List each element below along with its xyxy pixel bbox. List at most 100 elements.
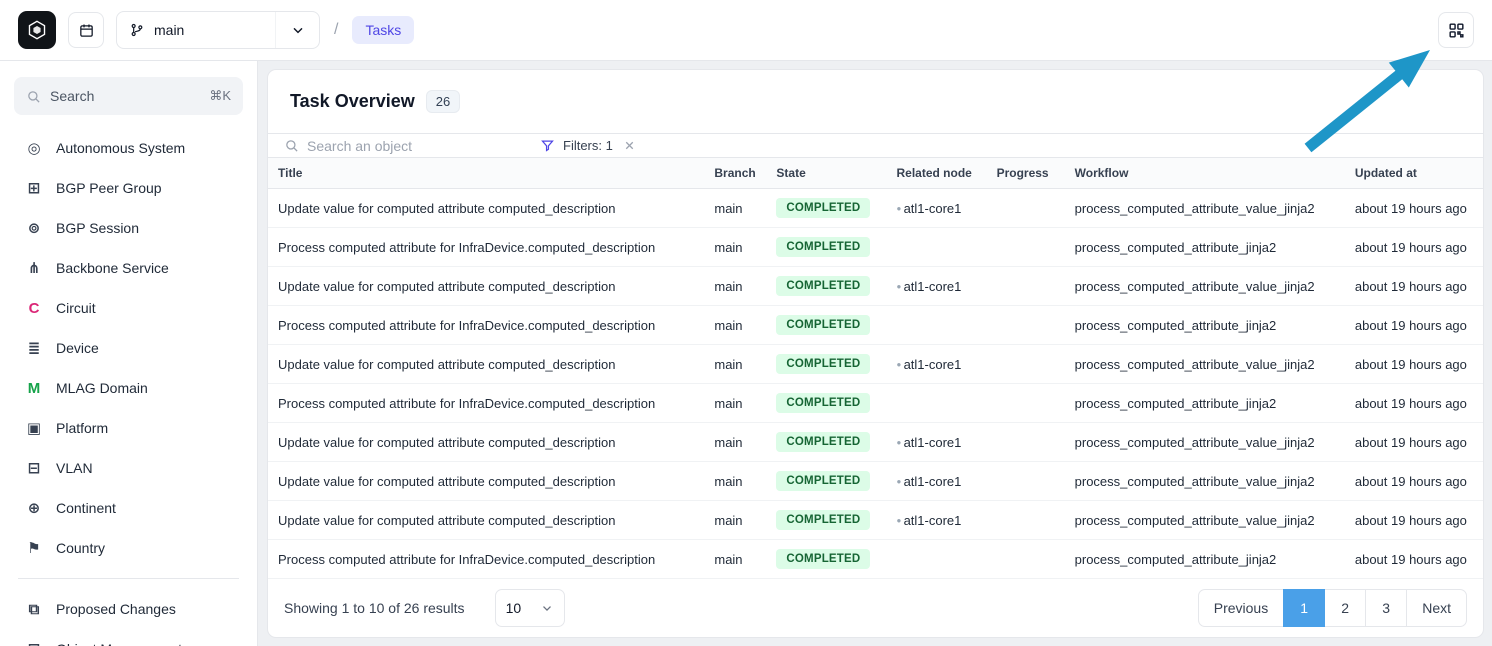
table-row[interactable]: Process computed attribute for InfraDevi…	[268, 306, 1483, 345]
cell-workflow: process_computed_attribute_jinja2	[1067, 228, 1347, 267]
cell-workflow: process_computed_attribute_jinja2	[1067, 540, 1347, 579]
cell-updated-at: about 19 hours ago	[1347, 384, 1483, 423]
page-size-select[interactable]: 10	[495, 589, 565, 627]
cell-title: Update value for computed attribute comp…	[268, 423, 706, 462]
infrahub-logo-icon	[26, 19, 48, 41]
pagination-page-1-button[interactable]: 1	[1283, 589, 1325, 627]
date-picker-button[interactable]	[68, 12, 104, 48]
cell-progress	[989, 345, 1067, 384]
state-badge: COMPLETED	[776, 276, 870, 296]
sidebar-item-circuit[interactable]: C Circuit	[14, 288, 243, 328]
backbone-service-icon: ⋔	[24, 259, 44, 277]
filters-control[interactable]: Filters: 1	[540, 137, 638, 154]
sidebar-item-vlan[interactable]: ⊟ VLAN	[14, 448, 243, 488]
git-branch-icon	[129, 22, 145, 38]
sidebar-item-device[interactable]: ≣ Device	[14, 328, 243, 368]
sidebar-item-label: Country	[56, 540, 105, 556]
state-badge: COMPLETED	[776, 198, 870, 218]
table-row[interactable]: Update value for computed attribute comp…	[268, 189, 1483, 228]
cell-related-node: atl1-core1	[889, 189, 989, 228]
cell-related-node: atl1-core1	[889, 462, 989, 501]
country-icon: ⚑	[24, 539, 44, 557]
table-row[interactable]: Update value for computed attribute comp…	[268, 501, 1483, 540]
state-badge: COMPLETED	[776, 237, 870, 257]
pagination-previous-button[interactable]: Previous	[1198, 589, 1284, 627]
cell-title: Update value for computed attribute comp…	[268, 189, 706, 228]
cell-updated-at: about 19 hours ago	[1347, 345, 1483, 384]
pagination-page-2-button[interactable]: 2	[1324, 589, 1366, 627]
table-row[interactable]: Process computed attribute for InfraDevi…	[268, 228, 1483, 267]
related-node-chip: atl1-core1	[897, 357, 962, 372]
cell-state: COMPLETED	[768, 306, 888, 345]
page-title: Task Overview	[290, 91, 415, 112]
table-row[interactable]: Update value for computed attribute comp…	[268, 267, 1483, 306]
cell-related-node: atl1-core1	[889, 345, 989, 384]
state-badge: COMPLETED	[776, 354, 870, 374]
object-management-icon: ⊡	[24, 640, 44, 646]
column-header-state: State	[768, 158, 888, 189]
cell-updated-at: about 19 hours ago	[1347, 540, 1483, 579]
page-size-value: 10	[506, 600, 522, 616]
sidebar-item-bgp-session[interactable]: ⊚ BGP Session	[14, 208, 243, 248]
object-search[interactable]	[284, 138, 514, 154]
breadcrumb-separator: /	[332, 21, 340, 39]
cell-updated-at: about 19 hours ago	[1347, 306, 1483, 345]
column-header-updated-at: Updated at	[1347, 158, 1483, 189]
related-node-chip: atl1-core1	[897, 201, 962, 216]
app-logo[interactable]	[18, 11, 56, 49]
cell-related-node	[889, 540, 989, 579]
autonomous-system-icon: ◎	[24, 139, 44, 157]
search-icon	[284, 138, 299, 153]
sidebar-search-shortcut: ⌘K	[209, 88, 231, 104]
breadcrumb-tasks[interactable]: Tasks	[352, 16, 414, 44]
branch-selector-value-area[interactable]: main	[117, 12, 275, 48]
sidebar-item-mlag-domain[interactable]: M MLAG Domain	[14, 368, 243, 408]
main-content: Task Overview 26 Filters: 1	[259, 61, 1492, 646]
sidebar-item-backbone-service[interactable]: ⋔ Backbone Service	[14, 248, 243, 288]
app-grid-button[interactable]	[1438, 12, 1474, 48]
cell-workflow: process_computed_attribute_jinja2	[1067, 306, 1347, 345]
sidebar-item-continent[interactable]: ⊕ Continent	[14, 488, 243, 528]
sidebar-item-proposed-changes[interactable]: ⧉ Proposed Changes	[14, 589, 243, 629]
state-badge: COMPLETED	[776, 393, 870, 413]
branch-selector-dropdown-button[interactable]	[275, 12, 319, 48]
cell-state: COMPLETED	[768, 540, 888, 579]
sidebar-item-autonomous-system[interactable]: ◎ Autonomous System	[14, 128, 243, 168]
calendar-icon	[78, 22, 95, 39]
pagination-next-button[interactable]: Next	[1406, 589, 1467, 627]
device-icon: ≣	[24, 339, 44, 357]
cell-updated-at: about 19 hours ago	[1347, 267, 1483, 306]
table-row[interactable]: Update value for computed attribute comp…	[268, 423, 1483, 462]
search-icon	[26, 89, 41, 104]
task-overview-card: Task Overview 26 Filters: 1	[267, 69, 1484, 638]
table-row[interactable]: Process computed attribute for InfraDevi…	[268, 384, 1483, 423]
table-row[interactable]: Update value for computed attribute comp…	[268, 345, 1483, 384]
cell-branch: main	[706, 228, 768, 267]
cell-updated-at: about 19 hours ago	[1347, 228, 1483, 267]
cell-title: Update value for computed attribute comp…	[268, 267, 706, 306]
cell-workflow: process_computed_attribute_value_jinja2	[1067, 189, 1347, 228]
cell-progress	[989, 384, 1067, 423]
cell-progress	[989, 540, 1067, 579]
sidebar-item-object-management[interactable]: ⊡ Object Management	[14, 629, 243, 646]
state-badge: COMPLETED	[776, 549, 870, 569]
cell-title: Process computed attribute for InfraDevi…	[268, 540, 706, 579]
column-header-title: Title	[268, 158, 706, 189]
branch-selector[interactable]: main	[116, 11, 320, 49]
cell-branch: main	[706, 423, 768, 462]
sidebar-item-bgp-peer-group[interactable]: ⊞ BGP Peer Group	[14, 168, 243, 208]
table-row[interactable]: Update value for computed attribute comp…	[268, 462, 1483, 501]
clear-filters-button[interactable]	[621, 137, 638, 154]
cell-related-node: atl1-core1	[889, 267, 989, 306]
cell-progress	[989, 462, 1067, 501]
sidebar-item-platform[interactable]: ▣ Platform	[14, 408, 243, 448]
object-search-input[interactable]	[307, 138, 487, 154]
table-row[interactable]: Process computed attribute for InfraDevi…	[268, 540, 1483, 579]
sidebar-search[interactable]: Search ⌘K	[14, 77, 243, 115]
cell-progress	[989, 267, 1067, 306]
circuit-icon: C	[24, 300, 44, 317]
sidebar-item-label: Device	[56, 340, 99, 356]
pagination-page-3-button[interactable]: 3	[1365, 589, 1407, 627]
cell-workflow: process_computed_attribute_value_jinja2	[1067, 462, 1347, 501]
sidebar-item-country[interactable]: ⚑ Country	[14, 528, 243, 568]
